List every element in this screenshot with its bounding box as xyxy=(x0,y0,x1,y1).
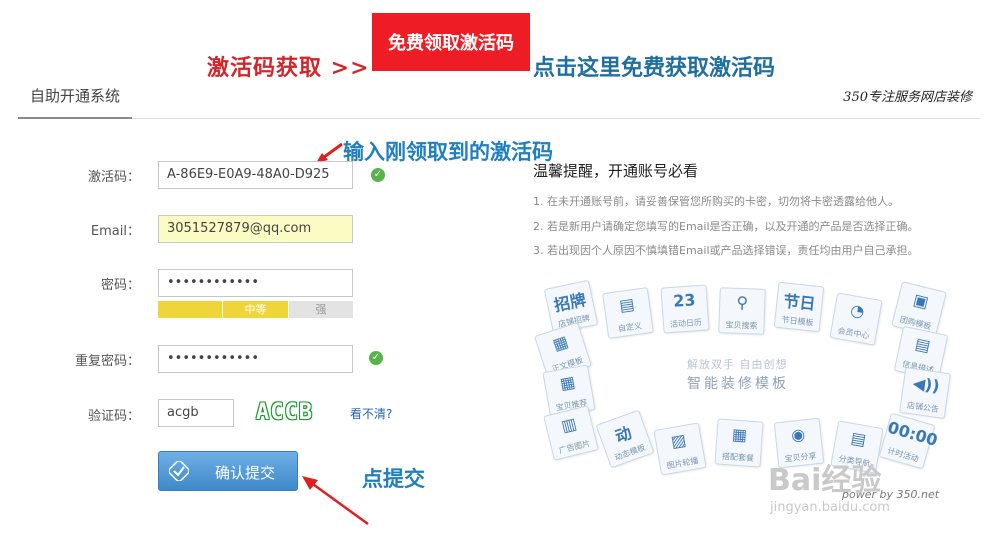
template-tile: 23 活动日历 xyxy=(660,284,710,334)
submit-hint-annotation: 点提交 xyxy=(362,466,425,491)
submit-label: 确认提交 xyxy=(215,464,276,482)
template-tile: ▨ 图片轮播 xyxy=(653,422,707,476)
tip-item: 3. 若出现因个人原因不慎填错Email或产品选择错误，责任均由用户自己承担。 xyxy=(533,244,919,257)
email-label: Email： xyxy=(90,224,140,239)
tips-title: 温馨提醒，开通账号必看 xyxy=(533,162,699,180)
free-activation-code-button[interactable]: 免费领取激活码 xyxy=(372,13,530,71)
strength-strong: 强 xyxy=(288,301,353,318)
activation-code-input[interactable]: A-86E9-E0A9-48A0-D925 xyxy=(158,161,353,189)
password-label: 密码： xyxy=(100,278,140,293)
graphic-title: 智能装修模板 xyxy=(687,376,789,392)
template-tile: ▤ 自定义 xyxy=(602,287,654,339)
strength-weak xyxy=(158,301,223,318)
confirm-valid-check-icon: ✓ xyxy=(369,351,383,365)
captcha-label: 验证码： xyxy=(87,409,140,424)
captcha-input[interactable]: acgb xyxy=(158,399,234,427)
tip-item: 1. 在未开通账号前，请妥善保管您所购买的卡密，切勿将卡密透露给他人。 xyxy=(533,195,899,208)
confirm-password-input[interactable]: •••••••••••• xyxy=(158,345,353,373)
baidu-jingyan-logo: Bai经验 xyxy=(768,463,882,498)
code-label: 激活码： xyxy=(87,170,140,185)
strength-medium: 中等 xyxy=(222,301,289,318)
confirm-password-label: 重复密码： xyxy=(74,354,140,369)
graphic-subtitle: 解放双手 自由创想 xyxy=(687,358,788,371)
captcha-refresh-link[interactable]: 看不清? xyxy=(350,405,392,422)
template-tile: ◔ 会员中心 xyxy=(829,292,883,346)
password-input[interactable]: •••••••••••• xyxy=(158,269,353,297)
template-tile: ▦ 搭配套餐 xyxy=(714,418,764,468)
code-hint-annotation: 输入刚领取到的激活码 xyxy=(343,139,553,164)
email-input[interactable]: 3051527879@qq.com xyxy=(158,215,353,243)
brand-signature: 350专注服务网店装修 xyxy=(843,90,972,105)
tab-bar: 自助开通系统 350专注服务网店装修 xyxy=(18,78,980,119)
submit-button[interactable]: 确认提交 xyxy=(158,451,298,491)
tab-self-service[interactable]: 自助开通系统 xyxy=(18,78,133,119)
template-tile: ◀)) 店铺公告 xyxy=(899,367,951,419)
template-tile: ⚲ 宝贝搜索 xyxy=(718,287,766,335)
watermark-url: jingyan.baidu.com xyxy=(770,500,890,515)
tip-item: 2. 若是新用户请确定您填写的Email是否正确，以及开通的产品是否选择正确。 xyxy=(533,220,919,233)
password-strength-meter: 中等 强 xyxy=(158,301,353,318)
template-tile: 节日 节日模板 xyxy=(773,281,825,333)
captcha-image[interactable]: ACCB xyxy=(256,400,313,425)
checkmark-box-icon xyxy=(169,461,189,481)
code-valid-check-icon: ✓ xyxy=(371,168,385,182)
